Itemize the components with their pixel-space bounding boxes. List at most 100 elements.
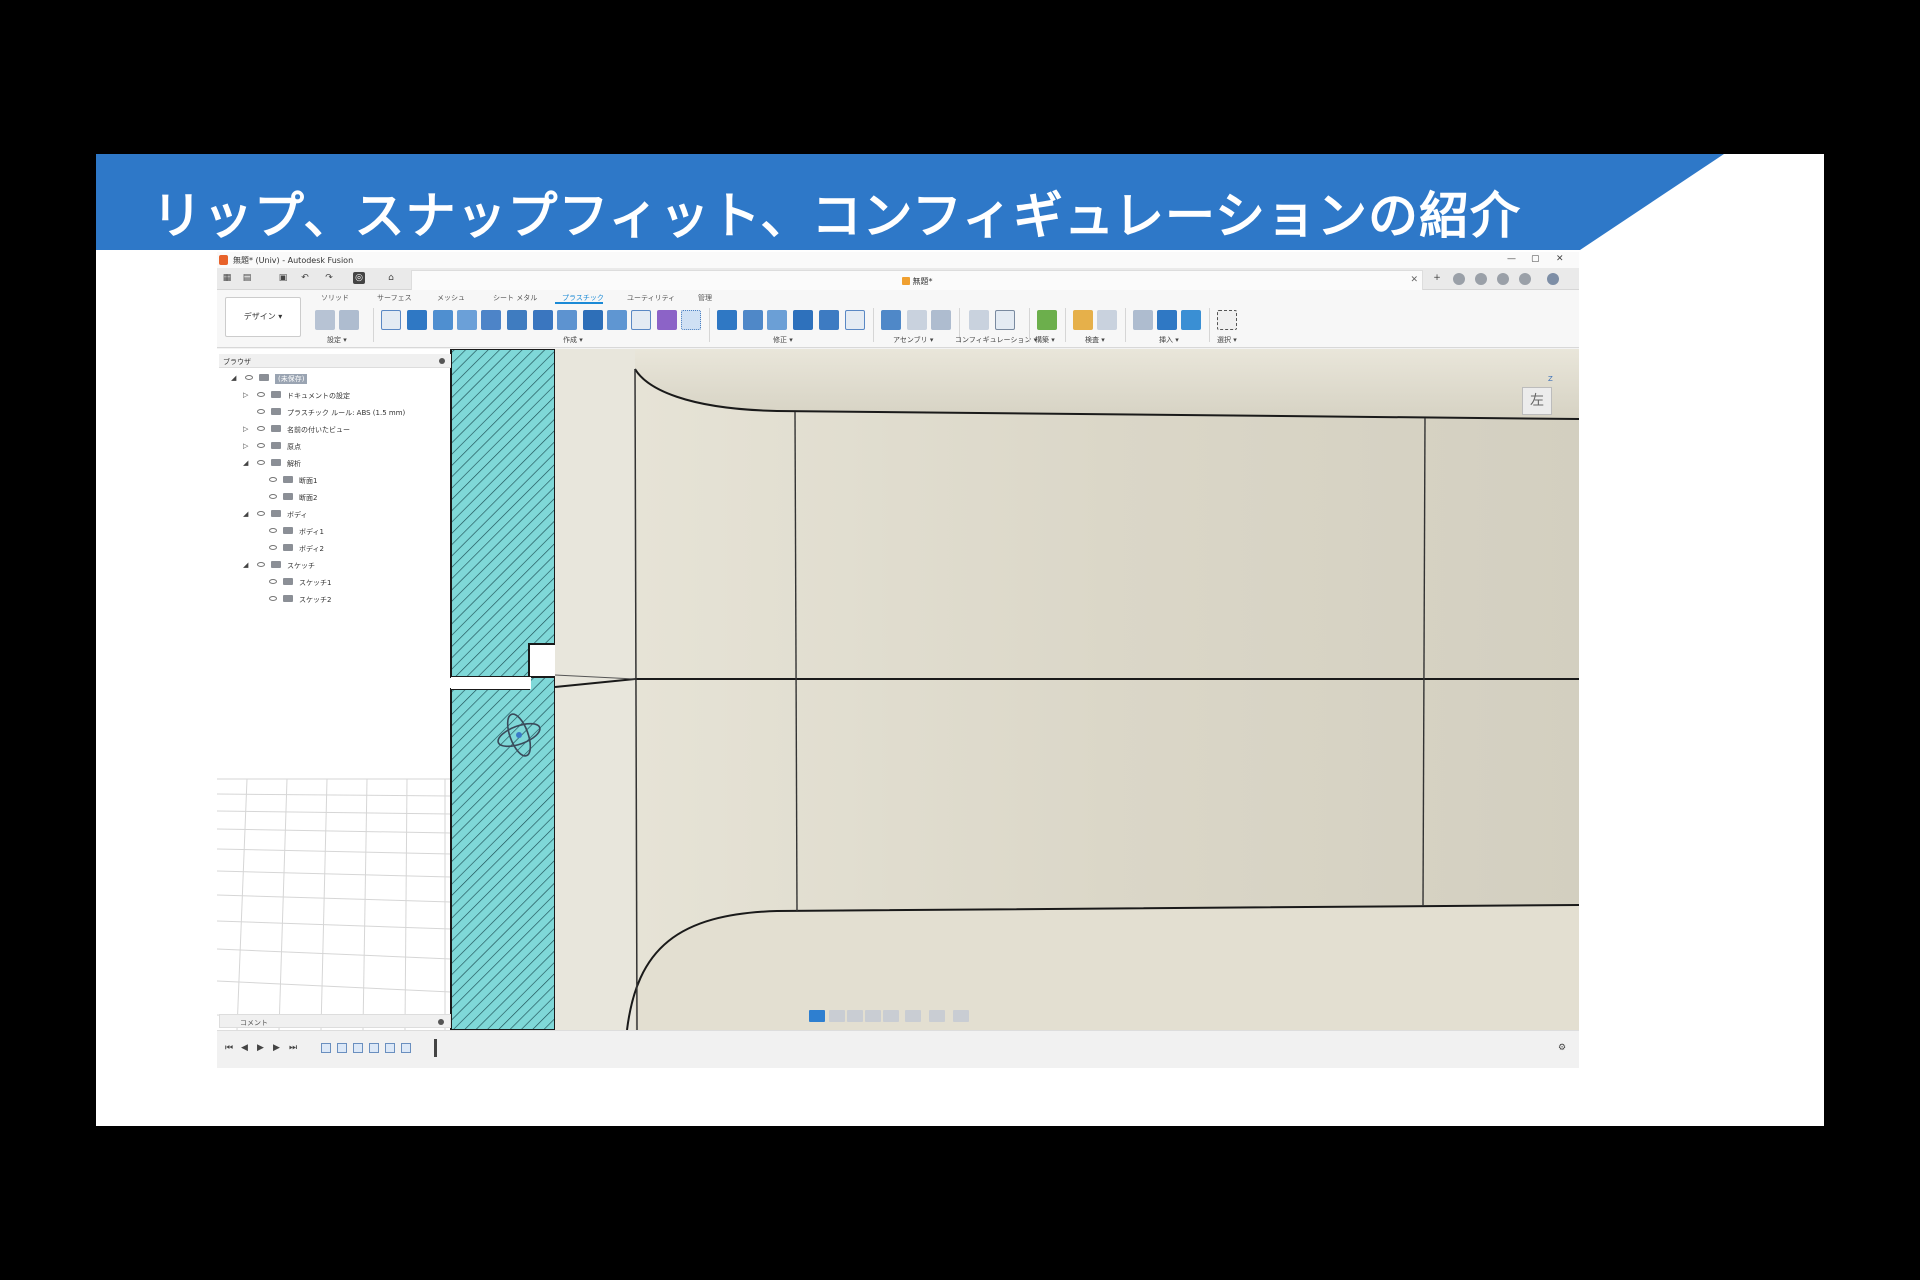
- close-button[interactable]: ✕: [1556, 254, 1564, 264]
- group-inspect[interactable]: 検査 ▾: [1085, 335, 1105, 345]
- create-sketch-icon[interactable]: [381, 310, 401, 330]
- select-icon[interactable]: [1217, 310, 1237, 330]
- comments-pin-icon[interactable]: [438, 1019, 444, 1025]
- visibility-icon[interactable]: [269, 528, 277, 533]
- file-menu-icon[interactable]: ▤: [241, 272, 253, 284]
- timeline-settings-icon[interactable]: ⚙: [1558, 1043, 1566, 1053]
- visibility-icon[interactable]: [257, 443, 265, 448]
- display-settings-icon[interactable]: [905, 1010, 921, 1022]
- grid-settings-icon[interactable]: [929, 1010, 945, 1022]
- pan-icon[interactable]: [847, 1010, 863, 1022]
- look-at-icon[interactable]: [829, 1010, 845, 1022]
- pattern-icon[interactable]: [631, 310, 651, 330]
- new-tab-icon[interactable]: +: [1431, 272, 1443, 284]
- snap-fit-icon[interactable]: [533, 310, 553, 330]
- visibility-icon[interactable]: [269, 596, 277, 601]
- timeline-feature[interactable]: [321, 1043, 331, 1053]
- workspace-switcher[interactable]: デザイン ▾: [225, 297, 301, 337]
- material-setting-icon[interactable]: [339, 310, 359, 330]
- web-icon[interactable]: [507, 310, 527, 330]
- minimize-button[interactable]: —: [1507, 254, 1516, 264]
- tab-utility[interactable]: ユーティリティ: [627, 293, 675, 303]
- rule-setting-icon[interactable]: [315, 310, 335, 330]
- visibility-icon[interactable]: [257, 392, 265, 397]
- configuration-table-icon[interactable]: [995, 310, 1015, 330]
- group-insert[interactable]: 挿入 ▾: [1159, 335, 1179, 345]
- timeline-feature[interactable]: [401, 1043, 411, 1053]
- view-cube-face[interactable]: 左: [1522, 387, 1552, 415]
- press-pull-icon[interactable]: [717, 310, 737, 330]
- move-icon[interactable]: [845, 310, 865, 330]
- boss-icon[interactable]: [457, 310, 477, 330]
- data-panel-icon[interactable]: ▦: [221, 272, 233, 284]
- expand-arrow-icon[interactable]: ▷: [243, 442, 248, 450]
- job-status-icon[interactable]: ◎: [353, 272, 365, 284]
- visibility-icon[interactable]: [269, 494, 277, 499]
- tab-sheet-metal[interactable]: シート メタル: [493, 293, 537, 303]
- timeline-feature[interactable]: [369, 1043, 379, 1053]
- form-icon[interactable]: [657, 310, 677, 330]
- visibility-icon[interactable]: [245, 375, 253, 380]
- group-modify[interactable]: 修正 ▾: [773, 335, 793, 345]
- group-create[interactable]: 作成 ▾: [563, 335, 583, 345]
- split-body-icon[interactable]: [819, 310, 839, 330]
- lip-icon[interactable]: [433, 310, 453, 330]
- document-tab[interactable]: 無題* ✕: [411, 270, 1423, 290]
- draft-icon[interactable]: [607, 310, 627, 330]
- visibility-icon[interactable]: [269, 477, 277, 482]
- notifications-icon[interactable]: [1497, 273, 1509, 285]
- group-construct[interactable]: 構築 ▾: [1035, 335, 1055, 345]
- timeline-marker[interactable]: [434, 1039, 437, 1057]
- expand-arrow-icon[interactable]: ▷: [243, 425, 248, 433]
- group-setup[interactable]: 設定 ▾: [327, 335, 347, 345]
- interference-icon[interactable]: [1097, 310, 1117, 330]
- new-component-icon[interactable]: [881, 310, 901, 330]
- grid-snap-icon[interactable]: [809, 1010, 825, 1022]
- job-icon[interactable]: [1475, 273, 1487, 285]
- view-cube[interactable]: 左 Z: [1518, 375, 1554, 417]
- offset-plane-icon[interactable]: [1037, 310, 1057, 330]
- expand-arrow-icon[interactable]: ◢: [243, 510, 248, 518]
- timeline-feature[interactable]: [385, 1043, 395, 1053]
- undo-icon[interactable]: ↶: [299, 272, 311, 284]
- save-icon[interactable]: ▣: [277, 272, 289, 284]
- visibility-icon[interactable]: [257, 426, 265, 431]
- tab-manage[interactable]: 管理: [698, 293, 712, 303]
- fillet-icon[interactable]: [743, 310, 763, 330]
- configure-icon[interactable]: [969, 310, 989, 330]
- expand-arrow-icon[interactable]: ◢: [243, 459, 248, 467]
- group-assemble[interactable]: アセンブリ ▾: [893, 335, 933, 345]
- as-built-joint-icon[interactable]: [931, 310, 951, 330]
- fit-icon[interactable]: [883, 1010, 899, 1022]
- previous-step-icon[interactable]: ◀: [241, 1043, 248, 1053]
- visibility-icon[interactable]: [257, 562, 265, 567]
- insert-derive-icon[interactable]: [1133, 310, 1153, 330]
- home-icon[interactable]: ⌂: [385, 272, 397, 284]
- expand-arrow-icon[interactable]: ▷: [243, 391, 248, 399]
- play-icon[interactable]: ▶: [257, 1043, 264, 1053]
- mesh-pattern-icon[interactable]: [681, 310, 701, 330]
- first-step-icon[interactable]: ⏮: [225, 1043, 233, 1053]
- tab-surface[interactable]: サーフェス: [377, 293, 412, 303]
- viewports-icon[interactable]: [953, 1010, 969, 1022]
- box-icon[interactable]: [407, 310, 427, 330]
- help-icon[interactable]: [1519, 273, 1531, 285]
- timeline-feature[interactable]: [353, 1043, 363, 1053]
- zoom-icon[interactable]: [865, 1010, 881, 1022]
- measure-icon[interactable]: [1073, 310, 1093, 330]
- tab-mesh[interactable]: メッシュ: [437, 293, 465, 303]
- redo-icon[interactable]: ↷: [323, 272, 335, 284]
- joint-icon[interactable]: [907, 310, 927, 330]
- group-configure[interactable]: コンフィギュレーション ▾: [955, 335, 1037, 345]
- visibility-icon[interactable]: [269, 579, 277, 584]
- rib-icon[interactable]: [481, 310, 501, 330]
- next-step-icon[interactable]: ▶: [273, 1043, 280, 1053]
- combine-icon[interactable]: [793, 310, 813, 330]
- expand-arrow-icon[interactable]: ◢: [243, 561, 248, 569]
- visibility-icon[interactable]: [257, 511, 265, 516]
- close-tab-icon[interactable]: ✕: [1410, 275, 1418, 285]
- grill-icon[interactable]: [583, 310, 603, 330]
- timeline-feature[interactable]: [337, 1043, 347, 1053]
- insert-image-icon[interactable]: [1181, 310, 1201, 330]
- avatar[interactable]: [1547, 273, 1559, 285]
